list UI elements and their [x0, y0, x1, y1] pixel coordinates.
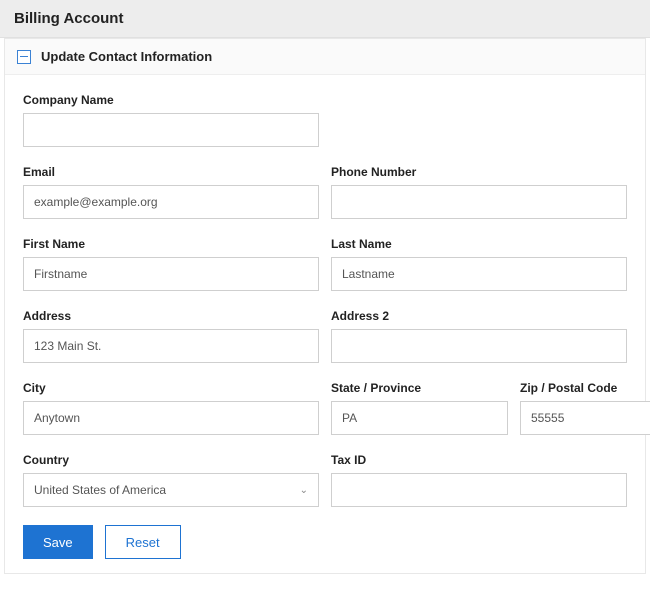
label-state: State / Province [331, 381, 508, 395]
field-phone: Phone Number [331, 165, 627, 219]
field-email: Email [23, 165, 319, 219]
input-first-name[interactable] [23, 257, 319, 291]
input-email[interactable] [23, 185, 319, 219]
input-phone[interactable] [331, 185, 627, 219]
input-state[interactable] [331, 401, 508, 435]
input-address[interactable] [23, 329, 319, 363]
panel-title: Update Contact Information [41, 49, 212, 64]
field-last-name: Last Name [331, 237, 627, 291]
input-city[interactable] [23, 401, 319, 435]
label-zip: Zip / Postal Code [520, 381, 650, 395]
input-zip[interactable] [520, 401, 650, 435]
field-country: Country United States of America ⌄ [23, 453, 319, 507]
field-address: Address [23, 309, 319, 363]
label-company-name: Company Name [23, 93, 319, 107]
input-last-name[interactable] [331, 257, 627, 291]
label-email: Email [23, 165, 319, 179]
input-address2[interactable] [331, 329, 627, 363]
panel-header: Update Contact Information [5, 39, 645, 75]
save-button[interactable]: Save [23, 525, 93, 559]
contact-info-panel: Update Contact Information Company Name … [4, 38, 646, 574]
label-first-name: First Name [23, 237, 319, 251]
button-row: Save Reset [23, 525, 627, 559]
label-country: Country [23, 453, 319, 467]
field-zip: Zip / Postal Code [520, 381, 650, 435]
label-address: Address [23, 309, 319, 323]
page-title: Billing Account [14, 10, 636, 27]
page-header: Billing Account [0, 0, 650, 38]
input-tax-id[interactable] [331, 473, 627, 507]
label-tax-id: Tax ID [331, 453, 627, 467]
select-country-value: United States of America [34, 483, 166, 497]
field-tax-id: Tax ID [331, 453, 627, 507]
label-phone: Phone Number [331, 165, 627, 179]
field-first-name: First Name [23, 237, 319, 291]
field-city: City [23, 381, 319, 435]
field-company-name: Company Name [23, 93, 319, 147]
field-state: State / Province [331, 381, 508, 435]
input-company-name[interactable] [23, 113, 319, 147]
label-last-name: Last Name [331, 237, 627, 251]
reset-button[interactable]: Reset [105, 525, 181, 559]
field-address2: Address 2 [331, 309, 627, 363]
select-country[interactable]: United States of America ⌄ [23, 473, 319, 507]
label-city: City [23, 381, 319, 395]
chevron-down-icon: ⌄ [300, 485, 308, 496]
label-address2: Address 2 [331, 309, 627, 323]
panel-body: Company Name Email Phone Number First Na… [5, 75, 645, 573]
minus-icon [20, 56, 28, 58]
collapse-toggle[interactable] [17, 50, 31, 64]
